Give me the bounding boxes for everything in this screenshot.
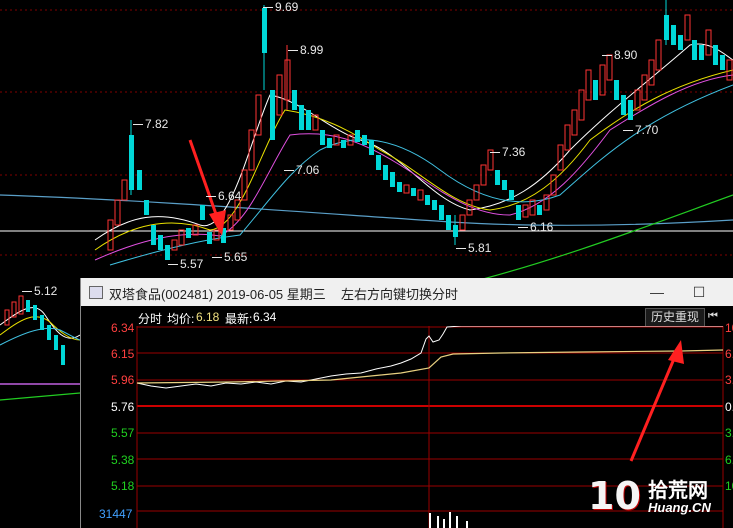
app-icon xyxy=(89,286,103,299)
y-axis-left-label: 5.76 xyxy=(111,400,135,414)
info-bar: 分时 均价: 6.18 最新: 6.34 xyxy=(81,306,733,326)
red-arrow-lower xyxy=(629,340,684,462)
latest-label: 最新: xyxy=(225,312,253,326)
y-axis-left-label: 6.15 xyxy=(111,347,135,361)
price-label: 6.64 xyxy=(206,189,241,203)
y-axis-left-label: 6.34 xyxy=(111,321,135,335)
y-axis-right-label: 3. xyxy=(725,373,733,387)
watermark: 10 拾荒网 Huang.CN xyxy=(588,474,728,526)
price-label: 6.16 xyxy=(518,220,553,234)
y-axis-right-label: 3. xyxy=(725,426,733,440)
volume-label: 31447 xyxy=(99,507,133,521)
avg-value: 6.18 xyxy=(196,310,220,324)
price-label: 8.99 xyxy=(288,43,323,57)
y-axis-right-label: 6. xyxy=(725,347,733,361)
watermark-logo: 10 xyxy=(588,474,641,518)
watermark-cn-text: 拾荒网 xyxy=(648,480,708,502)
ma-long-blue xyxy=(0,194,733,226)
y-axis-left-label: 5.38 xyxy=(111,453,135,467)
y-axis-left-label: 5.96 xyxy=(111,373,135,387)
history-replay-button[interactable]: 历史重现 xyxy=(645,308,705,327)
price-label: 7.36 xyxy=(490,145,525,159)
intraday-price-line xyxy=(136,326,723,389)
price-label-high: 9.69 xyxy=(263,0,298,14)
info-tab-label: 分时 xyxy=(138,312,163,326)
maximize-button[interactable]: ☐ xyxy=(685,281,713,303)
history-rewind-icon[interactable]: ⏮ xyxy=(706,308,720,325)
price-label: 7.06 xyxy=(284,163,319,177)
latest-value: 6.34 xyxy=(253,310,277,324)
window-hint: 左右方向键切换分时 xyxy=(341,287,459,302)
avg-label: 均价: xyxy=(167,312,195,326)
window-title: 双塔食品(002481) 2019-06-05 星期三 xyxy=(109,287,326,302)
y-axis-left-label: 5.57 xyxy=(111,426,135,440)
y-axis-right-label: 6. xyxy=(725,453,733,467)
watermark-en-text: Huang.CN xyxy=(648,500,711,515)
left-lower-chart xyxy=(0,295,81,401)
y-axis-left-label: 5.18 xyxy=(111,479,135,493)
price-label: 5.65 xyxy=(212,250,247,264)
red-arrow-upper xyxy=(188,139,226,236)
minimize-button[interactable]: — xyxy=(643,281,671,303)
price-label: 7.82 xyxy=(133,117,168,131)
y-axis-right-label: 10 xyxy=(725,321,733,335)
price-label: 5.57 xyxy=(168,257,203,271)
price-label: 5.81 xyxy=(456,241,491,255)
price-label: 5.12 xyxy=(22,284,57,298)
price-label: 8.90 xyxy=(602,48,637,62)
price-label: 7.70 xyxy=(623,123,658,137)
ma-yellow xyxy=(94,69,733,251)
window-titlebar[interactable]: 双塔食品(002481) 2019-06-05 星期三 左右方向键切换分时 — … xyxy=(81,278,733,306)
intraday-avg-line xyxy=(136,349,724,384)
y-axis-right-label: 0. xyxy=(725,400,733,414)
